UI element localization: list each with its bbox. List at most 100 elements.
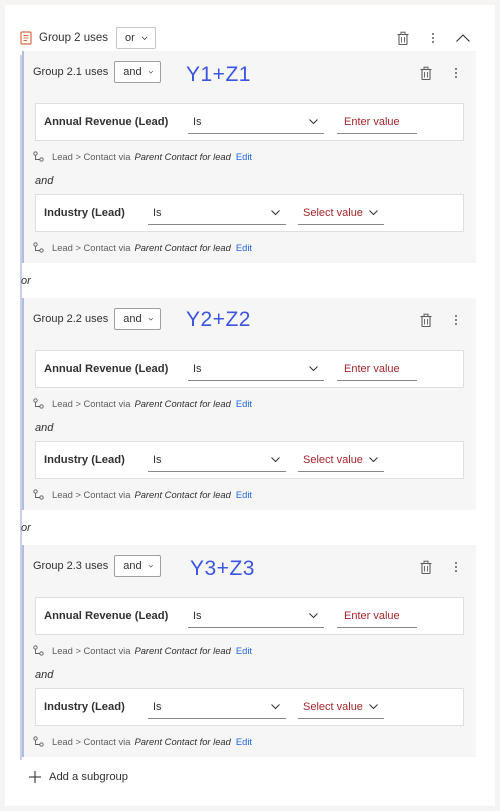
delete-group-button[interactable] [395, 30, 411, 46]
subgroup-2-3: Group 2.3 uses and Y3+Z3 Annual Revenue … [22, 545, 476, 757]
edit-relationship-link[interactable]: Edit [236, 242, 252, 253]
chevron-down-icon [309, 366, 318, 372]
annotation-label: Y2+Z2 [186, 308, 251, 331]
delete-subgroup-button[interactable] [418, 312, 434, 328]
condition-row: Industry (Lead) Is Select value [35, 441, 464, 479]
subgroup-actions [418, 559, 464, 575]
outer-group-operator-value: or [125, 32, 135, 44]
annotation-label: Y3+Z3 [190, 557, 255, 580]
relationship-path: Lead > Contact via Parent Contact for le… [33, 149, 252, 163]
condition-operator-value: Is [193, 115, 202, 128]
condition-operator-select[interactable]: Is [188, 110, 324, 134]
outer-group-operator-select[interactable]: or [116, 27, 157, 49]
subgroup-title: Group 2.2 uses [33, 313, 109, 325]
collapse-group-button[interactable] [455, 30, 471, 46]
more-vertical-icon [432, 33, 434, 43]
subgroup-rail [22, 545, 24, 757]
group-icon [19, 31, 33, 45]
subgroup-operator-value: and [123, 313, 142, 325]
value-input[interactable]: Enter value [337, 604, 417, 628]
chevron-up-icon [456, 34, 470, 42]
chevron-down-icon [309, 613, 318, 619]
relationship-path-text: Lead > Contact via [52, 241, 131, 253]
trash-icon [420, 66, 432, 80]
chevron-down-icon [271, 457, 280, 463]
subgroup-operator-select[interactable]: and [114, 555, 162, 577]
condition-operator-select[interactable]: Is [148, 695, 286, 719]
chevron-down-icon [369, 210, 378, 216]
more-vertical-icon [455, 562, 457, 572]
chevron-down-icon [309, 119, 318, 125]
or-connector: or [21, 522, 31, 534]
plus-icon [29, 771, 41, 783]
annotation-label: Y1+Z1 [186, 63, 251, 86]
relationship-path-text: Lead > Contact via [52, 735, 131, 747]
chevron-down-icon [369, 457, 378, 463]
edit-relationship-link[interactable]: Edit [236, 151, 252, 162]
condition-row: Industry (Lead) Is Select value [35, 688, 464, 726]
subgroup-rail [22, 51, 24, 263]
more-options-button[interactable] [425, 30, 441, 46]
subgroup-operator-select[interactable]: and [114, 61, 162, 83]
subgroup-operator-value: and [123, 560, 142, 572]
edit-relationship-link[interactable]: Edit [236, 489, 252, 500]
subgroup-more-button[interactable] [448, 312, 464, 328]
relationship-via-label: Parent Contact for lead [134, 397, 231, 409]
value-input[interactable]: Enter value [337, 110, 417, 134]
add-subgroup-label: Add a subgroup [49, 771, 128, 783]
value-select[interactable]: Select value [298, 201, 384, 225]
chevron-down-icon [148, 317, 153, 321]
more-vertical-icon [455, 315, 457, 325]
subgroup-more-button[interactable] [448, 559, 464, 575]
relationship-icon [33, 241, 44, 253]
more-vertical-icon [455, 68, 457, 78]
subgroup-rail [22, 298, 24, 510]
subgroup-actions [418, 65, 464, 81]
relationship-path: Lead > Contact via Parent Contact for le… [33, 240, 252, 254]
relationship-icon [33, 397, 44, 409]
chevron-down-icon [148, 70, 153, 74]
value-select[interactable]: Select value [298, 695, 384, 719]
subgroup-actions [418, 312, 464, 328]
relationship-via-label: Parent Contact for lead [134, 241, 231, 253]
edit-relationship-link[interactable]: Edit [236, 645, 252, 656]
chevron-down-icon [369, 704, 378, 710]
subgroup-operator-select[interactable]: and [114, 308, 162, 330]
and-connector: and [35, 422, 54, 434]
condition-operator-value: Is [153, 206, 162, 219]
relationship-path-text: Lead > Contact via [52, 488, 131, 500]
subgroup-more-button[interactable] [448, 65, 464, 81]
relationship-via-label: Parent Contact for lead [134, 644, 231, 656]
delete-subgroup-button[interactable] [418, 65, 434, 81]
segment-builder-panel: Group 2 uses or Group 2.1 uses and Y1+Z1… [5, 5, 495, 806]
condition-operator-select[interactable]: Is [188, 357, 324, 381]
chevron-down-icon [141, 36, 148, 40]
condition-row: Annual Revenue (Lead) Is Enter value [35, 350, 464, 388]
and-connector: and [35, 669, 54, 681]
condition-operator-select[interactable]: Is [148, 201, 286, 225]
edit-relationship-link[interactable]: Edit [236, 736, 252, 747]
add-subgroup-button[interactable]: Add a subgroup [28, 770, 128, 784]
and-connector: and [35, 175, 54, 187]
chevron-down-icon [148, 564, 153, 568]
value-select-placeholder: Select value [303, 453, 363, 466]
value-select[interactable]: Select value [298, 448, 384, 472]
condition-operator-value: Is [193, 609, 202, 622]
relationship-icon [33, 644, 44, 656]
condition-field-label: Industry (Lead) [44, 207, 125, 219]
relationship-path: Lead > Contact via Parent Contact for le… [33, 643, 252, 657]
relationship-path: Lead > Contact via Parent Contact for le… [33, 734, 252, 748]
edit-relationship-link[interactable]: Edit [236, 398, 252, 409]
condition-operator-select[interactable]: Is [148, 448, 286, 472]
relationship-path-text: Lead > Contact via [52, 397, 131, 409]
relationship-icon [33, 150, 44, 162]
chevron-down-icon [271, 704, 280, 710]
value-input[interactable]: Enter value [337, 357, 417, 381]
delete-subgroup-button[interactable] [418, 559, 434, 575]
condition-field-label: Industry (Lead) [44, 454, 125, 466]
relationship-path-text: Lead > Contact via [52, 644, 131, 656]
value-select-placeholder: Select value [303, 206, 363, 219]
trash-icon [420, 560, 432, 574]
condition-operator-select[interactable]: Is [188, 604, 324, 628]
condition-row: Industry (Lead) Is Select value [35, 194, 464, 232]
